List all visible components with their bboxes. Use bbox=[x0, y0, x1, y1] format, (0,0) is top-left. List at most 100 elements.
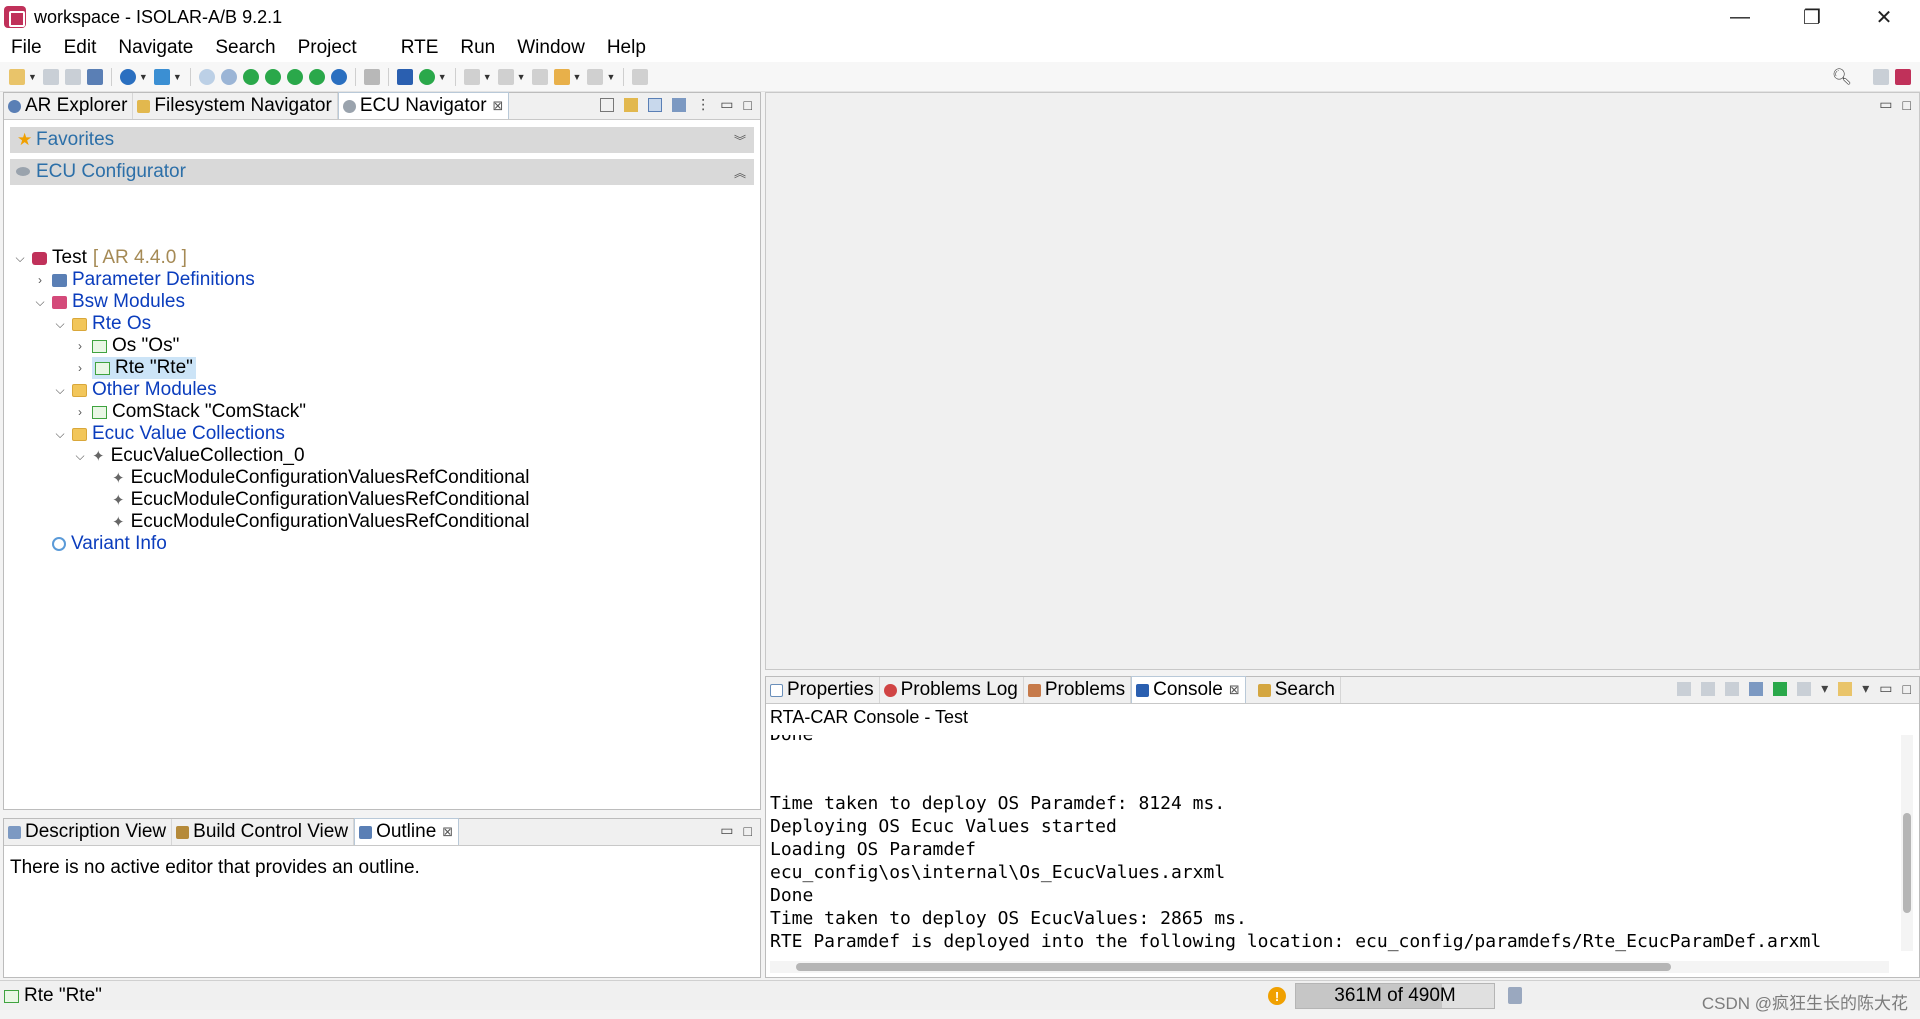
e-tool-icon[interactable] bbox=[119, 68, 136, 85]
chevron-down-icon[interactable]: ⌵ bbox=[74, 449, 86, 464]
chevron-down-icon[interactable]: ⌵ bbox=[54, 383, 66, 398]
tree-item-ref[interactable]: ✦ EcucModuleConfigurationValuesRefCondit… bbox=[112, 489, 529, 511]
close-tab-icon[interactable]: ⊠ bbox=[493, 98, 504, 114]
isolar-perspective-icon[interactable] bbox=[1895, 69, 1911, 85]
expand-section-icon[interactable]: ︾ bbox=[734, 132, 746, 149]
chevron-down-icon[interactable]: ⌵ bbox=[54, 427, 66, 442]
display-selected-console-icon[interactable] bbox=[1773, 681, 1788, 696]
minimize-view-icon[interactable]: ▭ bbox=[1879, 96, 1892, 113]
tree-item-parameter-definitions[interactable]: › Parameter Definitions bbox=[34, 269, 255, 291]
tab-problems[interactable]: Problems bbox=[1024, 677, 1132, 703]
tab-filesystem-navigator[interactable]: Filesystem Navigator bbox=[133, 93, 338, 119]
l-tool-icon[interactable] bbox=[308, 68, 325, 85]
tree-item-variant-info[interactable]: Variant Info bbox=[34, 533, 167, 555]
heap-status[interactable]: 361M of 490M bbox=[1295, 983, 1495, 1009]
help-icon[interactable] bbox=[220, 68, 237, 85]
forward-dropdown-icon[interactable]: ▼ bbox=[606, 72, 615, 82]
tree-item-ecuc-value-collection-0[interactable]: ⌵ ✦ EcucValueCollection_0 bbox=[74, 445, 304, 467]
search-icon[interactable]: 🔍︎ bbox=[1832, 67, 1852, 87]
d-tool-icon[interactable] bbox=[264, 68, 281, 85]
maximize-view-icon[interactable]: □ bbox=[1903, 681, 1911, 697]
tab-description-view[interactable]: Description View bbox=[4, 819, 173, 845]
chevron-right-icon[interactable]: › bbox=[74, 339, 86, 353]
last-edit-icon[interactable] bbox=[531, 68, 548, 85]
tab-problems-log[interactable]: Problems Log bbox=[880, 677, 1024, 703]
selected-tree-item[interactable]: Rte "Rte" bbox=[92, 357, 196, 379]
menu-navigate[interactable]: Navigate bbox=[107, 37, 204, 59]
next-annotation-icon[interactable] bbox=[463, 68, 480, 85]
clear-console-icon[interactable] bbox=[1677, 681, 1692, 696]
o-tool-icon[interactable] bbox=[330, 68, 347, 85]
close-tab-icon[interactable]: ⊠ bbox=[1229, 682, 1240, 698]
open-console-icon[interactable] bbox=[1797, 681, 1812, 696]
chevron-down-icon[interactable]: ▾ bbox=[1862, 680, 1869, 697]
link-editor-icon[interactable] bbox=[624, 97, 639, 112]
horizontal-scroll-thumb[interactable] bbox=[796, 963, 1671, 971]
menu-run[interactable]: Run bbox=[449, 37, 506, 59]
filter-icon[interactable] bbox=[648, 97, 663, 112]
maximize-view-icon[interactable]: □ bbox=[744, 97, 752, 113]
prev-annotation-dropdown-icon[interactable]: ▼ bbox=[517, 72, 526, 82]
garbage-collect-icon[interactable] bbox=[1508, 987, 1522, 1004]
save-all-icon[interactable] bbox=[64, 68, 81, 85]
vertical-scroll-thumb[interactable] bbox=[1903, 813, 1911, 913]
save-icon[interactable] bbox=[42, 68, 59, 85]
tree-item-ref[interactable]: ✦ EcucModuleConfigurationValuesRefCondit… bbox=[112, 511, 529, 533]
chevron-right-icon[interactable]: › bbox=[74, 361, 86, 375]
tree-item-ref[interactable]: ✦ EcucModuleConfigurationValuesRefCondit… bbox=[112, 467, 529, 489]
tab-build-control-view[interactable]: Build Control View bbox=[172, 819, 355, 845]
run-dropdown-icon[interactable]: ▼ bbox=[438, 72, 447, 82]
a-tool-icon[interactable] bbox=[242, 68, 259, 85]
close-button[interactable]: ✕ bbox=[1848, 0, 1920, 34]
back-dropdown-icon[interactable]: ▼ bbox=[573, 72, 582, 82]
next-annotation-dropdown-icon[interactable]: ▼ bbox=[483, 72, 492, 82]
menu-window[interactable]: Window bbox=[506, 37, 596, 59]
menu-search[interactable]: Search bbox=[204, 37, 286, 59]
tab-console[interactable]: Console ⊠ bbox=[1131, 676, 1246, 703]
tree-item-comstack[interactable]: › ComStack "ComStack" bbox=[74, 401, 306, 423]
minimize-view-icon[interactable]: ▭ bbox=[1879, 680, 1892, 697]
horizontal-scrollbar[interactable] bbox=[770, 961, 1889, 973]
chevron-right-icon[interactable]: › bbox=[34, 273, 46, 287]
run-icon[interactable] bbox=[418, 68, 435, 85]
collapse-section-icon[interactable]: ︽ bbox=[734, 164, 746, 181]
new-console-icon[interactable] bbox=[1838, 681, 1853, 696]
history-icon[interactable] bbox=[363, 68, 380, 85]
tab-properties[interactable]: Properties bbox=[766, 677, 880, 703]
pin-editor-icon[interactable] bbox=[632, 68, 649, 85]
build-dropdown-icon[interactable]: ▼ bbox=[173, 72, 182, 82]
chevron-down-icon[interactable]: ⌵ bbox=[54, 317, 66, 332]
ecu-configurator-section[interactable]: ECU Configurator ︽ bbox=[10, 159, 754, 185]
tree-item-os[interactable]: › Os "Os" bbox=[74, 335, 179, 357]
chevron-down-icon[interactable]: ▾ bbox=[1821, 680, 1828, 697]
menu-file[interactable]: File bbox=[0, 37, 53, 59]
vertical-scrollbar[interactable] bbox=[1901, 735, 1913, 951]
view-menu-icon[interactable]: ⋮ bbox=[696, 96, 710, 113]
tab-outline[interactable]: Outline ⊠ bbox=[354, 818, 460, 845]
minimize-button[interactable]: — bbox=[1704, 0, 1776, 34]
tree-item-bsw-modules[interactable]: ⌵ Bsw Modules bbox=[34, 291, 185, 313]
chevron-down-icon[interactable]: ⌵ bbox=[34, 295, 46, 310]
warning-icon[interactable]: ! bbox=[1268, 987, 1286, 1005]
f-tool-icon[interactable] bbox=[286, 68, 303, 85]
back-icon[interactable] bbox=[553, 68, 570, 85]
tab-ecu-navigator[interactable]: ECU Navigator ⊠ bbox=[337, 92, 510, 119]
close-tab-icon[interactable]: ⊠ bbox=[442, 824, 453, 840]
tab-search[interactable]: Search bbox=[1254, 677, 1341, 703]
build-icon[interactable] bbox=[153, 68, 170, 85]
chevron-right-icon[interactable]: › bbox=[74, 405, 86, 419]
new-icon[interactable] bbox=[9, 68, 25, 85]
word-wrap-icon[interactable] bbox=[1725, 681, 1740, 696]
console-output[interactable]: Done Time taken to deploy OS Paramdef: 8… bbox=[770, 735, 1889, 957]
tree-item-rte[interactable]: › Rte "Rte" bbox=[74, 357, 196, 379]
maximize-button[interactable]: ❐ bbox=[1776, 0, 1848, 34]
favorites-section[interactable]: ★ Favorites ︾ bbox=[10, 127, 754, 153]
open-perspective-icon[interactable] bbox=[1873, 69, 1889, 85]
menu-help[interactable]: Help bbox=[596, 37, 657, 59]
search-toolbar-icon[interactable] bbox=[198, 68, 215, 85]
tree-item-test[interactable]: ⌵ Test [ AR 4.4.0 ] bbox=[14, 247, 186, 269]
menu-edit[interactable]: Edit bbox=[53, 37, 108, 59]
pin-console-icon[interactable] bbox=[1749, 681, 1764, 696]
layout-icon[interactable] bbox=[672, 97, 687, 112]
collapse-all-icon[interactable] bbox=[600, 97, 615, 112]
